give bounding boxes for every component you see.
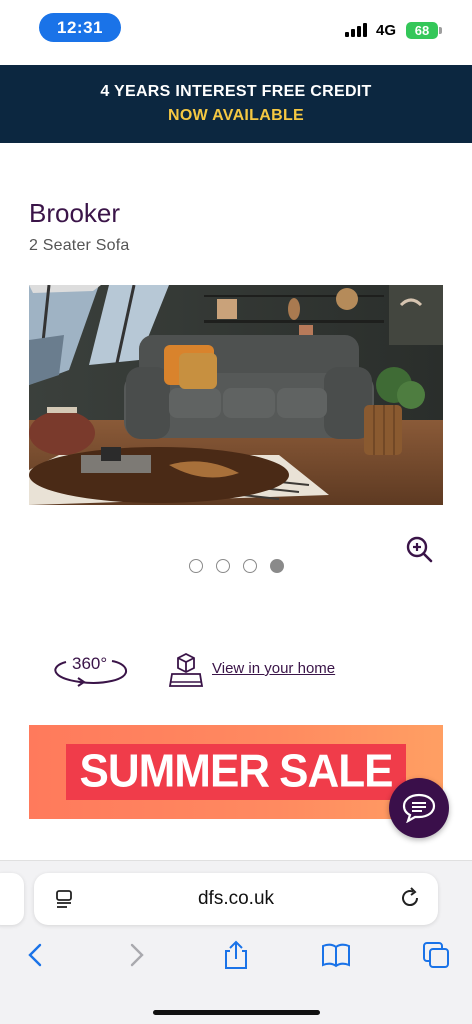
bookmarks-button[interactable] (320, 939, 352, 971)
status-time[interactable]: 12:31 (39, 13, 121, 42)
promo-headline: 4 YEARS INTEREST FREE CREDIT (100, 83, 372, 100)
carousel-pagination (189, 559, 284, 573)
home-indicator[interactable] (153, 1010, 320, 1015)
view-360-button[interactable]: 360° (50, 650, 130, 690)
carousel-dot[interactable] (243, 559, 257, 573)
view-tools: 360° View in your home (50, 650, 430, 690)
sale-word-summer: SUMMER (79, 745, 271, 798)
product-title: Brooker (29, 198, 121, 228)
sofa-room-illustration (29, 285, 443, 505)
promo-subline: NOW AVAILABLE (167, 107, 305, 124)
view-in-your-home-link[interactable]: View in your home (212, 660, 335, 677)
book-icon (322, 943, 350, 968)
carousel-dot[interactable] (216, 559, 230, 573)
chevron-left-icon (28, 943, 42, 967)
battery-icon: 68 (406, 22, 442, 39)
address-bar[interactable]: dfs.co.uk (34, 873, 438, 925)
chat-button[interactable] (389, 778, 449, 838)
url-text[interactable]: dfs.co.uk (34, 888, 438, 910)
carousel-dot[interactable] (189, 559, 203, 573)
zoom-in-icon (406, 536, 433, 563)
browser-toolbar (0, 939, 472, 975)
status-bar: 12:31 4G 68 (0, 0, 472, 62)
spin-label: 360° (72, 654, 107, 673)
reload-icon[interactable] (400, 887, 422, 909)
chevron-right-icon (130, 943, 144, 967)
sale-text-box: SUMMER SALE (65, 744, 407, 800)
promo-banner[interactable]: 4 YEARS INTEREST FREE CREDIT NOW AVAILAB… (0, 65, 472, 143)
network-type: 4G (376, 22, 397, 39)
ar-view-icon[interactable] (168, 652, 204, 688)
cellular-signal-icon (345, 23, 367, 37)
share-button[interactable] (220, 939, 252, 971)
sale-word-sale: SALE (279, 745, 393, 798)
previous-tab-preview[interactable] (0, 873, 24, 925)
share-icon (225, 940, 247, 969)
browser-chrome: dfs.co.uk (0, 860, 472, 1024)
chat-bubble-icon (402, 793, 436, 823)
tabs-icon (423, 942, 449, 968)
forward-button[interactable] (120, 939, 152, 971)
summer-sale-banner[interactable]: SUMMER SALE (29, 725, 443, 819)
product-subtitle: 2 Seater Sofa (29, 237, 130, 254)
back-button[interactable] (20, 939, 52, 971)
product-image[interactable] (29, 285, 443, 505)
rotate-360-icon: 360° (54, 654, 127, 687)
zoom-in-button[interactable] (404, 535, 434, 565)
carousel-dot-active[interactable] (270, 559, 284, 573)
tabs-button[interactable] (420, 939, 452, 971)
